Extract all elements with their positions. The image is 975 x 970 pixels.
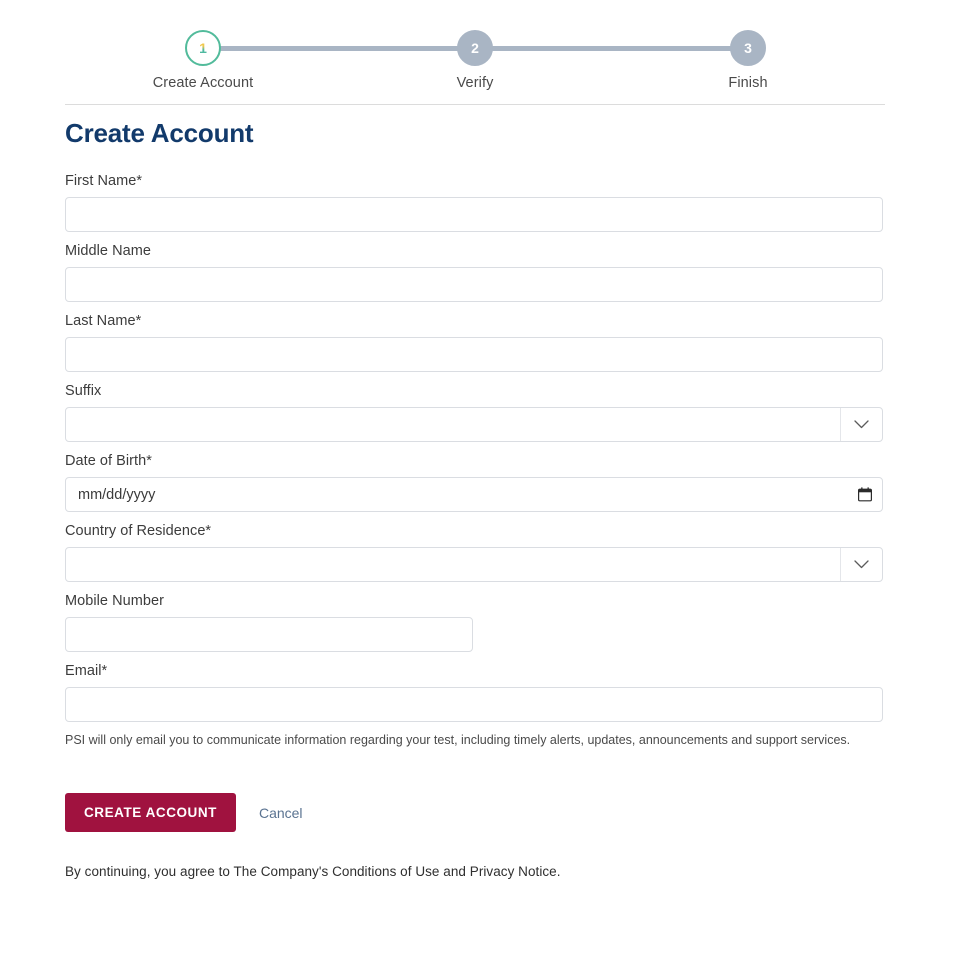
field-mobile-number: Mobile Number — [65, 593, 885, 652]
field-email: Email* PSI will only email you to commun… — [65, 663, 885, 749]
field-country-of-residence: Country of Residence* — [65, 523, 885, 582]
field-suffix: Suffix — [65, 383, 885, 442]
date-of-birth-placeholder: mm/dd/yyyy — [78, 486, 156, 503]
field-date-of-birth: Date of Birth* mm/dd/yyyy — [65, 453, 885, 512]
middle-name-input[interactable] — [65, 267, 883, 302]
create-account-page: 1 Create Account 2 Verify 3 Finish Creat… — [0, 0, 975, 970]
step-verify[interactable]: 2 Verify — [405, 30, 545, 91]
step-create-account[interactable]: 1 Create Account — [133, 30, 273, 91]
calendar-icon[interactable] — [848, 487, 882, 502]
field-last-name: Last Name* — [65, 313, 885, 372]
chevron-down-icon[interactable] — [840, 548, 882, 581]
suffix-select[interactable] — [65, 407, 883, 442]
step-2-circle[interactable]: 2 — [457, 30, 493, 66]
legal-notice: By continuing, you agree to The Company'… — [65, 864, 561, 880]
last-name-label: Last Name* — [65, 313, 142, 329]
country-of-residence-label: Country of Residence* — [65, 523, 212, 539]
create-account-button[interactable]: CREATE ACCOUNT — [65, 793, 236, 833]
email-helper-text: PSI will only email you to communicate i… — [65, 733, 851, 747]
header-divider — [65, 104, 885, 105]
progress-stepper: 1 Create Account 2 Verify 3 Finish — [65, 18, 885, 96]
country-selected-value — [66, 548, 840, 581]
email-label: Email* — [65, 663, 108, 679]
step-3-number: 3 — [744, 40, 752, 56]
chevron-down-icon[interactable] — [840, 408, 882, 441]
date-of-birth-label: Date of Birth* — [65, 453, 152, 469]
middle-name-label: Middle Name — [65, 243, 151, 259]
date-of-birth-input[interactable]: mm/dd/yyyy — [65, 477, 883, 512]
step-1-number: 1 — [199, 40, 207, 56]
page-title: Create Account — [65, 118, 254, 148]
cancel-button[interactable]: Cancel — [259, 805, 303, 821]
field-first-name: First Name* — [65, 173, 885, 232]
first-name-label: First Name* — [65, 173, 143, 189]
first-name-input[interactable] — [65, 197, 883, 232]
last-name-input[interactable] — [65, 337, 883, 372]
step-3-label: Finish — [728, 75, 768, 91]
field-middle-name: Middle Name — [65, 243, 885, 302]
suffix-label: Suffix — [65, 383, 102, 399]
form-container: Create Account First Name* Middle Name L… — [65, 118, 885, 879]
step-2-label: Verify — [456, 75, 494, 91]
step-1-label: Create Account — [152, 75, 254, 91]
step-finish[interactable]: 3 Finish — [678, 30, 818, 91]
suffix-selected-value — [66, 408, 840, 441]
mobile-number-input[interactable] — [65, 617, 473, 652]
form-actions: CREATE ACCOUNT Cancel — [65, 793, 885, 833]
step-3-circle[interactable]: 3 — [730, 30, 766, 66]
country-of-residence-select[interactable] — [65, 547, 883, 582]
step-2-number: 2 — [471, 40, 479, 56]
mobile-number-label: Mobile Number — [65, 593, 164, 609]
email-input[interactable] — [65, 687, 883, 722]
step-1-circle[interactable]: 1 — [185, 30, 221, 66]
